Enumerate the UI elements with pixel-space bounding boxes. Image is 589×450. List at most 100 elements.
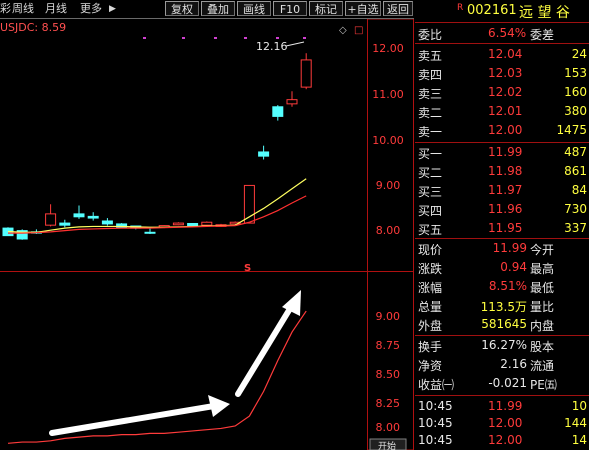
main-price-axis: 12.00 11.00 10.00 9.00 8.00: [372, 42, 404, 237]
stat-value: 581645: [481, 317, 527, 331]
event-markers: [143, 37, 306, 39]
ask-price: 12.01: [488, 104, 523, 118]
stat-right-label: 量比: [530, 300, 555, 314]
ask-volume: 380: [564, 104, 587, 118]
candle-body: [59, 222, 71, 226]
stat-label: 现价: [418, 243, 443, 257]
candle-body: [172, 222, 184, 226]
weibi-value: 6.54%: [488, 26, 527, 40]
candle-body: [187, 223, 199, 227]
more-menu-button[interactable]: 更多: [80, 1, 102, 17]
weekly-period-button[interactable]: 周线: [12, 1, 34, 17]
ask-level-label: 卖三: [418, 87, 443, 101]
ask-volume: 160: [564, 85, 587, 99]
stat-value: 0.94: [500, 260, 527, 274]
bid-level-label: 买四: [418, 204, 443, 218]
indicator-line: [7, 310, 307, 444]
candle: [286, 91, 298, 107]
stock-code: 002161: [467, 3, 517, 18]
signal-marker: S: [244, 263, 251, 274]
candle: [16, 229, 28, 240]
trend-arrow-annotations: [49, 290, 301, 436]
candle-body: [300, 59, 312, 88]
ask-volume: 153: [564, 66, 587, 80]
stat-label: 涨跌: [418, 262, 443, 276]
candle-body: [101, 220, 113, 225]
tick-time: 10:45: [418, 399, 453, 413]
adjust-price-button[interactable]: 复权: [165, 1, 199, 16]
arrowhead-icon: [208, 395, 230, 417]
candle: [87, 212, 99, 221]
mark-button[interactable]: 标记: [309, 1, 343, 16]
stat-right-label: 最高: [530, 262, 555, 276]
start-button[interactable]: 开始: [378, 440, 396, 450]
fund-value: -0.021: [488, 376, 527, 390]
sub-axis-tick: 8.75: [376, 339, 401, 352]
main-axis-tick: 12.00: [372, 42, 404, 55]
bid-price: 11.98: [488, 164, 523, 178]
ask-price: 12.03: [488, 66, 523, 80]
candle: [73, 205, 85, 219]
monthly-period-button[interactable]: 月线: [45, 1, 67, 17]
candle: [272, 105, 284, 121]
bid-level-label: 买一: [418, 147, 443, 161]
candle: [144, 228, 156, 234]
stat-right-label: 今开: [530, 243, 555, 257]
candle: [172, 222, 184, 226]
indicator-label: USJDC: 8.59: [0, 21, 66, 34]
f10-button[interactable]: F10: [273, 1, 307, 16]
stat-right-label: 最低: [530, 281, 555, 295]
weibi-label: 委比: [418, 28, 443, 42]
diamond-icon[interactable]: ◇: [339, 25, 347, 36]
candles-layer: [2, 53, 312, 240]
candle: [116, 223, 128, 229]
r-badge: R: [457, 3, 464, 13]
fund-value: 16.27%: [481, 338, 527, 352]
candle: [45, 204, 57, 227]
stat-value: 113.5万: [480, 300, 527, 314]
bid-level-label: 买三: [418, 185, 443, 199]
toolbar-partial-item[interactable]: 彩: [0, 1, 11, 17]
draw-line-button[interactable]: 画线: [237, 1, 271, 16]
stat-value: 11.99: [492, 241, 527, 255]
overlay-button[interactable]: 叠加: [201, 1, 235, 16]
fund-label: 换手: [418, 340, 443, 354]
bid-volume: 730: [564, 202, 587, 216]
quote-panel: R 002161 远 望 谷 委比 6.54% 委差 卖五 12.04 24 卖四 12…: [415, 0, 589, 450]
candle-body: [73, 213, 85, 218]
stock-name: 远 望 谷: [519, 5, 570, 21]
candle-body: [87, 215, 99, 219]
tick-price: 12.00: [488, 416, 523, 430]
ask-level-label: 卖二: [418, 106, 443, 120]
more-arrow-icon[interactable]: ▶: [109, 1, 116, 17]
candle: [300, 53, 312, 90]
weicha-label: 委差: [530, 28, 555, 42]
main-axis-tick: 10.00: [372, 134, 404, 147]
candle-body: [45, 213, 57, 226]
ask-volume: 24: [571, 47, 587, 61]
candle: [59, 219, 71, 228]
bid-volume: 861: [564, 164, 587, 178]
candle-body: [286, 99, 298, 105]
ask-price: 12.02: [488, 85, 523, 99]
fund-right-label: PE㈤: [530, 378, 557, 392]
bid-level-label: 买五: [418, 223, 443, 237]
tick-time: 10:45: [418, 433, 453, 447]
close-icon[interactable]: □: [354, 25, 363, 36]
fund-label: 收益㈠: [418, 378, 455, 392]
kline-chart[interactable]: 12.00 11.00 10.00 9.00 8.00 9.00 8.75 8.…: [0, 19, 414, 450]
stat-label: 外盘: [418, 319, 443, 333]
candle-body: [258, 151, 270, 157]
tick-time: 10:45: [418, 416, 453, 430]
ask-level-label: 卖四: [418, 68, 443, 82]
sub-axis-tick: 9.00: [376, 310, 401, 323]
fund-right-label: 股本: [530, 340, 555, 354]
add-watchlist-button[interactable]: +自选: [345, 1, 381, 16]
main-axis-tick: 11.00: [372, 88, 404, 101]
chart-toolbar: 彩 周线 月线 更多 ▶ 复权 叠加 画线 F10 标记 +自选 返回: [0, 0, 414, 19]
fund-value: 2.16: [500, 357, 527, 371]
main-axis-tick: 8.00: [376, 224, 401, 237]
back-button[interactable]: 返回: [383, 1, 413, 16]
candle-body: [201, 221, 213, 226]
candle-body: [144, 231, 156, 234]
